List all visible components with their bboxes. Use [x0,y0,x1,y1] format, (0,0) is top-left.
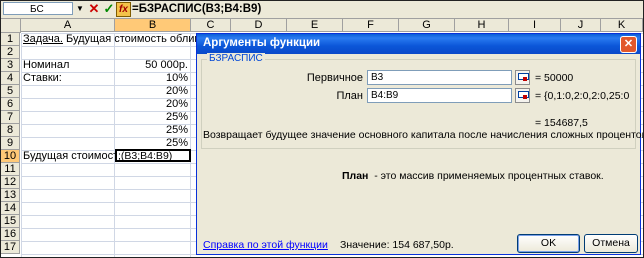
excel-window: БС ▼ ✕ ✓ fx =БЗРАСПИС(B3;B4:B9) A B C D … [0,0,644,258]
cell-a4[interactable]: Ставки: [23,72,113,85]
row-header[interactable]: 7 [1,111,20,124]
arg-input-primary[interactable]: B3 [367,70,512,85]
argument-help: План - это массив применяемых процентных… [342,170,604,182]
cell-a3[interactable]: Номинал [23,59,113,72]
dialog-title: Аргументы функции [203,37,321,49]
cell-b4[interactable]: 10% [115,72,188,85]
row-header[interactable]: 12 [1,176,20,189]
dialog-title-bar[interactable]: Аргументы функции ✕ [197,34,640,54]
name-box[interactable]: БС [3,2,73,15]
arg-value-primary: = 50000 [535,72,574,84]
cell-b8[interactable]: 25% [115,124,188,137]
select-all-corner[interactable] [1,19,21,33]
cancel-button[interactable]: Отмена [584,234,638,253]
arg-input-plan[interactable]: B4:B9 [367,88,512,103]
argument-help-text: - это массив применяемых процентных став… [368,170,604,182]
row-header[interactable]: 2 [1,46,20,59]
row-header[interactable]: 1 [1,33,20,46]
column-header-e[interactable]: E [287,19,343,32]
column-header-h[interactable]: H [455,19,509,32]
grid-line [190,33,191,257]
cell-b6[interactable]: 20% [115,98,188,111]
row-header[interactable]: 14 [1,202,20,215]
task-label: Задача. [23,33,63,45]
row-header[interactable]: 17 [1,241,20,254]
cell-b5[interactable]: 20% [115,85,188,98]
function-name: БЗРАСПИС [207,53,265,64]
column-header-j[interactable]: J [561,19,601,32]
insert-function-icon[interactable]: fx [116,2,131,17]
column-header-b[interactable]: B [115,19,191,32]
row-header[interactable]: 15 [1,215,20,228]
row-header[interactable]: 5 [1,85,20,98]
row-header[interactable]: 11 [1,163,20,176]
arg-value-plan: = {0,1:0,2:0,2:0,25:0 [535,90,630,102]
formula-result: = 154687,5 [535,117,588,129]
column-header-a[interactable]: A [21,19,115,32]
column-header-k[interactable]: K [601,19,643,32]
ok-button[interactable]: OK [517,234,580,253]
row-header[interactable]: 3 [1,59,20,72]
row-header[interactable]: 9 [1,137,20,150]
enter-icon[interactable]: ✓ [102,2,116,16]
chevron-down-icon[interactable]: ▼ [76,3,84,15]
formula-value: Значение: 154 687,50р. [340,239,454,251]
function-description: Возвращает будущее значение основного ка… [203,129,644,141]
column-header-i[interactable]: I [509,19,561,32]
column-header-g[interactable]: G [399,19,455,32]
row-header[interactable]: 6 [1,98,20,111]
row-header[interactable]: 16 [1,228,20,241]
arg-label-primary: Первичное [306,72,363,84]
cell-b10-editing[interactable]: ;(B3;B4:B9) [115,149,191,162]
cancel-icon[interactable]: ✕ [87,2,101,16]
arg-label-plan: План [336,90,363,102]
row-header[interactable]: 10 [1,150,20,163]
argument-help-name: План [342,170,369,182]
function-arguments-dialog: Аргументы функции ✕ БЗРАСПИС Первичное B… [196,33,644,255]
close-icon[interactable]: ✕ [620,36,637,53]
collapse-dialog-icon[interactable] [515,88,530,103]
cell-b7[interactable]: 25% [115,111,188,124]
collapse-dialog-icon[interactable] [515,70,530,85]
column-header-c[interactable]: C [191,19,231,32]
column-header-f[interactable]: F [343,19,399,32]
row-header[interactable]: 4 [1,72,20,85]
cell-b3[interactable]: 50 000р. [115,59,188,72]
formula-input[interactable]: =БЗРАСПИС(B3;B4:B9) [132,2,261,16]
column-header-d[interactable]: D [231,19,287,32]
row-header[interactable]: 13 [1,189,20,202]
formula-bar: БС ▼ ✕ ✓ fx =БЗРАСПИС(B3;B4:B9) [1,1,643,19]
row-header[interactable]: 8 [1,124,20,137]
cell-a10[interactable]: Будущая стоимость: [23,150,115,163]
function-help-link[interactable]: Справка по этой функции [203,239,328,251]
